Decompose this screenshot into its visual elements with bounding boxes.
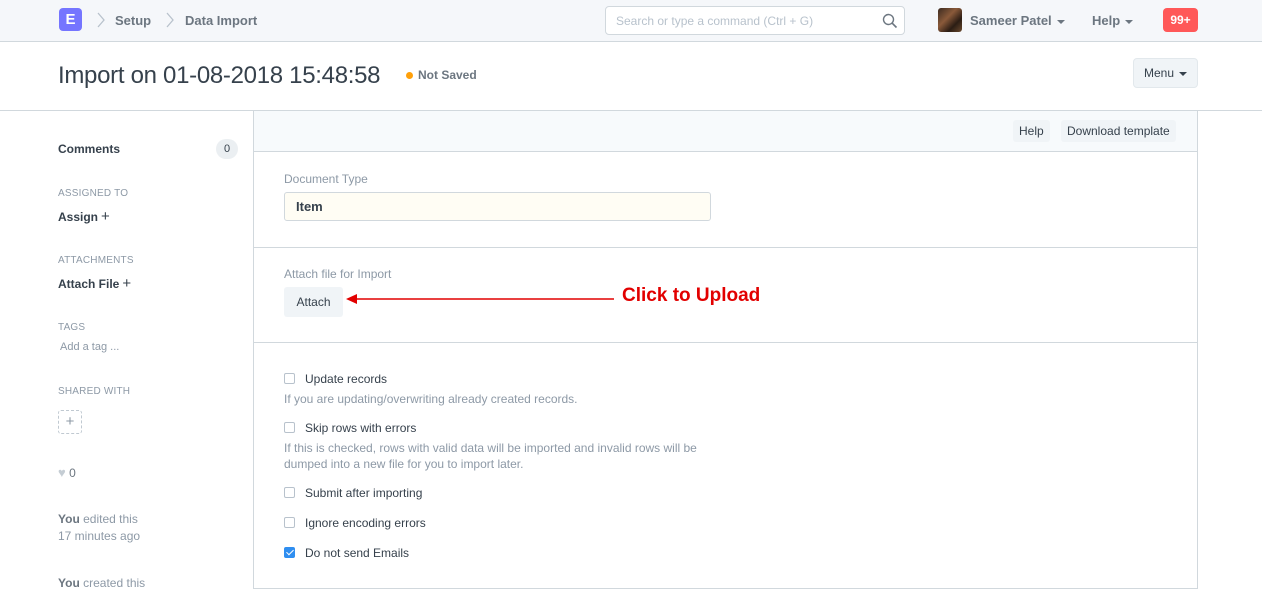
- menu-label: Menu: [1143, 66, 1175, 80]
- ignore-encoding-errors-label: Ignore encoding errors: [305, 516, 426, 530]
- download-template-button[interactable]: Download template: [1061, 120, 1176, 142]
- awesomebar: [605, 6, 905, 35]
- caret-down-icon: [1125, 19, 1134, 24]
- checkbox[interactable]: [284, 487, 295, 498]
- shared-with-heading: SHARED WITH: [58, 386, 131, 397]
- options-section: Update records If you are updating/overw…: [254, 343, 1197, 589]
- document-type-label: Document Type: [284, 172, 368, 186]
- chevron-right-icon: [166, 12, 174, 28]
- form-layout: Help Download template Document Type Att…: [253, 111, 1198, 589]
- checkbox[interactable]: [284, 422, 295, 433]
- timeline-action: created this: [83, 576, 146, 590]
- attachments-heading: ATTACHMENTS: [58, 255, 134, 266]
- page-title: Import on 01-08-2018 15:48:58: [58, 62, 381, 89]
- attach-file-button[interactable]: Attach File +: [58, 275, 131, 292]
- search-icon[interactable]: [882, 13, 898, 29]
- timeline-item: You created this: [58, 575, 145, 592]
- do-not-send-emails-label: Do not send Emails: [305, 546, 410, 560]
- attach-file-label: Attach File: [58, 277, 120, 291]
- plus-icon: +: [65, 413, 75, 430]
- timeline-item: You edited this 17 minutes ago: [58, 511, 140, 545]
- heart-icon: ♥: [58, 465, 66, 480]
- search-input[interactable]: [606, 7, 866, 34]
- click-to-upload-annotation: Click to Upload: [622, 285, 761, 306]
- notifications-badge[interactable]: 99+: [1163, 8, 1198, 32]
- comments-count: 0: [216, 139, 238, 159]
- skip-rows-label: Skip rows with errors: [305, 421, 417, 435]
- comments-link[interactable]: Comments: [58, 142, 120, 156]
- timeline-user: You: [58, 512, 80, 526]
- add-share-button[interactable]: +: [58, 410, 82, 434]
- breadcrumb-data-import[interactable]: Data Import: [185, 13, 257, 28]
- assigned-to-heading: ASSIGNED TO: [58, 188, 129, 199]
- timeline-time: 17 minutes ago: [58, 529, 141, 543]
- arrow-left-icon: [346, 294, 614, 304]
- menu-button[interactable]: Menu: [1133, 58, 1198, 88]
- timeline-action: edited this: [83, 512, 138, 526]
- submit-after-import-label: Submit after importing: [305, 486, 423, 500]
- chevron-right-icon: [97, 12, 105, 28]
- attach-button[interactable]: Attach: [284, 287, 343, 317]
- avatar[interactable]: [938, 8, 962, 32]
- form-toolbar: Help Download template: [254, 111, 1197, 152]
- form-sidebar: Comments 0 ASSIGNED TO Assign + ATTACHMEN…: [58, 111, 238, 595]
- assign-button[interactable]: Assign +: [58, 208, 110, 225]
- document-type-section: Document Type: [254, 152, 1197, 248]
- skip-rows-help: If this is checked, rows with valid data…: [284, 441, 697, 471]
- add-tag-link[interactable]: Add a tag ...: [60, 341, 119, 353]
- status-indicator-dot: [406, 72, 413, 79]
- help-label: Help: [1092, 13, 1121, 28]
- caret-down-icon: [1179, 71, 1188, 76]
- plus-icon: +: [101, 208, 110, 225]
- navbar: E Setup Data Import Sameer Patel Help 99…: [0, 0, 1262, 42]
- checkbox[interactable]: [284, 373, 295, 384]
- caret-down-icon: [1056, 19, 1065, 24]
- update-records-label: Update records: [305, 372, 388, 386]
- document-type-input[interactable]: [284, 192, 711, 221]
- help-menu[interactable]: Help: [1092, 13, 1134, 28]
- checkbox[interactable]: [284, 517, 295, 528]
- user-name: Sameer Patel: [970, 13, 1052, 28]
- plus-icon: +: [122, 275, 132, 292]
- user-menu[interactable]: Sameer Patel: [970, 13, 1065, 28]
- timeline-user: You: [58, 576, 80, 590]
- like-button[interactable]: ♥ 0: [58, 465, 76, 480]
- attach-section: Attach file for Import Attach Click to U…: [254, 248, 1197, 343]
- tags-heading: TAGS: [58, 322, 86, 333]
- status-badge: Not Saved: [418, 68, 477, 82]
- likes-count: 0: [69, 466, 76, 480]
- update-records-help: If you are updating/overwriting already …: [284, 392, 578, 406]
- attach-file-field-label: Attach file for Import: [284, 267, 392, 281]
- checkbox-checked[interactable]: [284, 547, 295, 558]
- breadcrumb-setup[interactable]: Setup: [115, 13, 151, 28]
- assign-label: Assign: [58, 210, 99, 224]
- page-head: Import on 01-08-2018 15:48:58 Not Saved …: [0, 42, 1262, 111]
- help-button[interactable]: Help: [1013, 120, 1050, 142]
- app-logo[interactable]: E: [59, 8, 82, 31]
